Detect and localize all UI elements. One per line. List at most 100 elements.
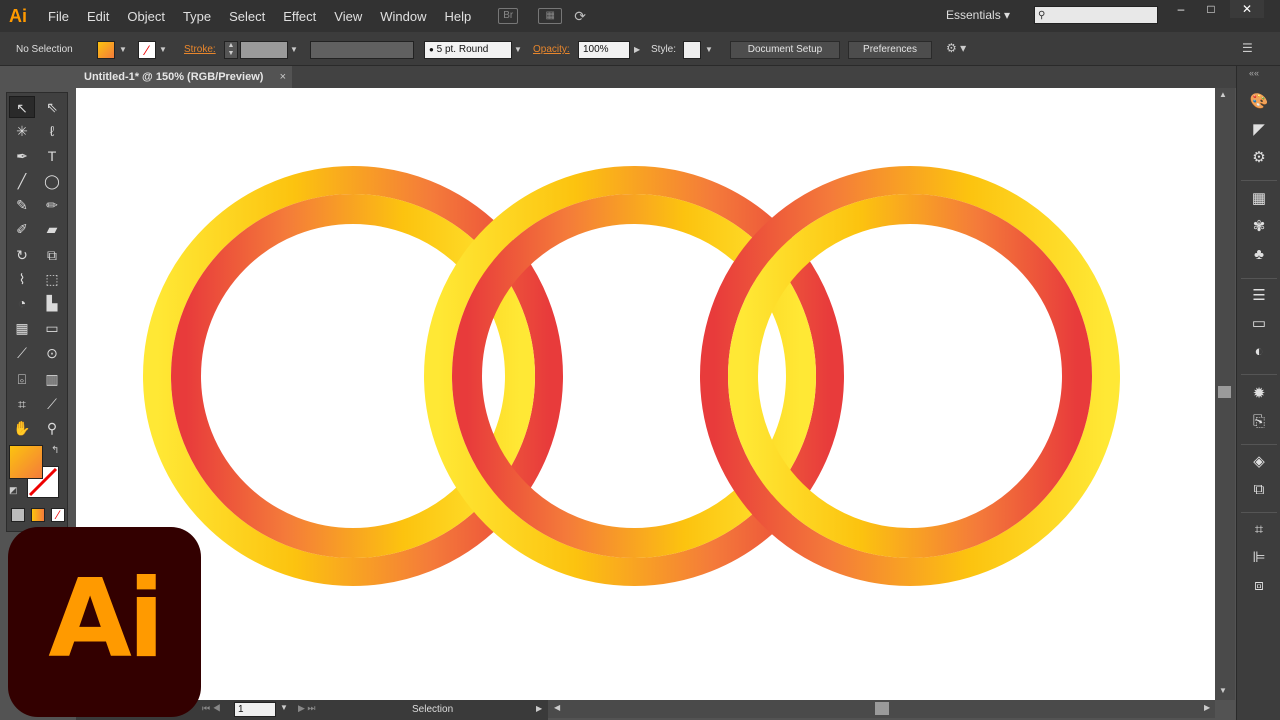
- pen-tool[interactable]: ✒: [9, 145, 35, 167]
- type-tool[interactable]: T: [39, 145, 65, 167]
- blend-tool[interactable]: ⊙: [39, 342, 65, 364]
- collapse-panels-icon[interactable]: ««: [1249, 68, 1259, 78]
- ellipse-tool[interactable]: ◯: [39, 170, 65, 192]
- shape-builder-tool[interactable]: ◔: [9, 292, 35, 314]
- selection-tool[interactable]: ↖: [9, 96, 35, 118]
- gradient-mode-button[interactable]: [31, 508, 45, 522]
- menu-help[interactable]: Help: [435, 9, 480, 24]
- layers-icon[interactable]: ◈: [1243, 450, 1275, 474]
- stroke-weight-field[interactable]: [240, 41, 288, 59]
- appearance-icon[interactable]: ⚙: [1243, 146, 1275, 170]
- status-menu-icon[interactable]: ▶: [536, 704, 542, 713]
- transparency-icon[interactable]: ◐: [1243, 340, 1275, 364]
- opacity-field[interactable]: 100%: [578, 41, 630, 59]
- color-guide-icon[interactable]: ◤: [1243, 118, 1275, 142]
- mesh-tool[interactable]: ▦: [9, 317, 35, 339]
- maximize-button[interactable]: □: [1194, 0, 1228, 18]
- graphic-style-swatch[interactable]: [683, 41, 701, 59]
- menu-window[interactable]: Window: [371, 9, 435, 24]
- close-icon[interactable]: ×: [280, 66, 286, 88]
- pencil-tool[interactable]: ✏: [39, 194, 65, 216]
- preferences-button[interactable]: Preferences: [848, 41, 932, 59]
- artboards-icon[interactable]: ⧉: [1243, 478, 1275, 502]
- help-search-input[interactable]: ⚲: [1034, 6, 1158, 24]
- variable-width-profile-select[interactable]: [310, 41, 414, 59]
- scroll-up-icon[interactable]: ▲: [1219, 90, 1227, 99]
- eraser-tool[interactable]: ▰: [39, 218, 65, 240]
- isolate-object-icon[interactable]: ⚙ ▾: [946, 41, 966, 59]
- column-graph-tool[interactable]: ▥: [39, 368, 65, 390]
- horizontal-scroll-thumb[interactable]: [875, 702, 889, 715]
- brush-definition-select[interactable]: ● 5 pt. Round: [424, 41, 512, 59]
- color-mode-button[interactable]: [11, 508, 25, 522]
- perspective-grid-tool[interactable]: ▙: [39, 292, 65, 314]
- color-palette-icon[interactable]: 🎨: [1243, 90, 1275, 114]
- workspace-switcher[interactable]: Essentials ▾: [946, 8, 1010, 22]
- scroll-right-icon[interactable]: ▶: [1204, 703, 1210, 712]
- chevron-down-icon[interactable]: ▼: [159, 41, 167, 59]
- scroll-down-icon[interactable]: ▼: [1219, 686, 1227, 695]
- menu-effect[interactable]: Effect: [274, 9, 325, 24]
- close-window-button[interactable]: ✕: [1230, 0, 1264, 18]
- stroke-none-swatch[interactable]: ⁄: [138, 41, 156, 59]
- gpu-preview-icon[interactable]: ⟳: [574, 8, 586, 25]
- stroke-weight-stepper[interactable]: ▲ ▼: [224, 41, 238, 59]
- artboard-nav-first-icon[interactable]: ⏮ ◀: [202, 703, 221, 714]
- symbol-sprayer-tool[interactable]: ⌻: [9, 368, 35, 390]
- chevron-down-icon[interactable]: ▼: [280, 703, 288, 712]
- ring-3[interactable]: [700, 166, 1120, 586]
- stroke-panel-icon[interactable]: ☰: [1243, 284, 1275, 308]
- magic-wand-tool[interactable]: ✳: [9, 120, 35, 142]
- blob-brush-tool[interactable]: ✐: [9, 218, 35, 240]
- line-segment-tool[interactable]: ╱: [9, 170, 35, 192]
- gradient-panel-icon[interactable]: ▭: [1243, 312, 1275, 336]
- fill-swatch[interactable]: [97, 41, 115, 59]
- swap-fill-stroke-icon[interactable]: ↰: [51, 445, 59, 456]
- align-icon[interactable]: ⊫: [1243, 546, 1275, 570]
- arrange-documents-icon[interactable]: ▦: [538, 8, 563, 24]
- artboard-nav-last-icon[interactable]: ▶ ⏭: [298, 703, 316, 714]
- menu-file[interactable]: File: [36, 9, 78, 24]
- export-asset-icon[interactable]: ⎘: [1243, 410, 1275, 434]
- artboard-canvas[interactable]: [76, 88, 1215, 700]
- pathfinder-icon[interactable]: ⧈: [1243, 574, 1275, 598]
- chevron-down-icon[interactable]: ▼: [290, 41, 298, 59]
- document-setup-button[interactable]: Document Setup: [730, 41, 840, 59]
- menu-edit[interactable]: Edit: [78, 9, 118, 24]
- swatches-icon[interactable]: ▦: [1243, 187, 1275, 211]
- menu-type[interactable]: Type: [174, 9, 220, 24]
- warp-tool[interactable]: ⌇: [9, 268, 35, 290]
- document-tab[interactable]: Untitled-1* @ 150% (RGB/Preview) ×: [76, 66, 292, 88]
- chevron-right-icon[interactable]: ▶: [634, 41, 640, 59]
- scale-tool[interactable]: ⧉: [39, 244, 65, 266]
- panel-menu-icon[interactable]: ☰: [1242, 41, 1253, 59]
- free-transform-tool[interactable]: ⬚: [39, 268, 65, 290]
- menu-view[interactable]: View: [325, 9, 371, 24]
- graphic-styles-icon[interactable]: ✹: [1243, 382, 1275, 406]
- paintbrush-tool[interactable]: ✎: [9, 194, 35, 216]
- eyedropper-tool[interactable]: ⟋: [9, 342, 35, 364]
- vertical-scroll-thumb[interactable]: [1218, 386, 1231, 398]
- zoom-tool[interactable]: ⚲: [39, 417, 65, 439]
- bridge-icon[interactable]: Br: [498, 8, 519, 24]
- rotate-tool[interactable]: ↻: [9, 244, 35, 266]
- lasso-tool[interactable]: ℓ: [39, 120, 65, 142]
- brushes-icon[interactable]: ✾: [1243, 215, 1275, 239]
- transform-icon[interactable]: ⌗: [1243, 518, 1275, 542]
- hand-tool[interactable]: ✋: [9, 417, 35, 439]
- artboard-tool[interactable]: ⌗: [9, 393, 35, 415]
- artboard-number-field[interactable]: 1: [234, 702, 276, 717]
- direct-selection-tool[interactable]: ⇖: [39, 96, 65, 118]
- minimize-button[interactable]: –: [1164, 0, 1198, 18]
- opacity-label[interactable]: Opacity:: [533, 41, 570, 59]
- horizontal-scrollbar[interactable]: ◀ ▶: [548, 700, 1215, 718]
- gradient-tool[interactable]: ▭: [39, 317, 65, 339]
- chevron-down-icon[interactable]: ▼: [119, 41, 127, 59]
- chevron-down-icon[interactable]: ▼: [705, 41, 713, 59]
- vertical-scrollbar[interactable]: ▲ ▼: [1215, 88, 1235, 700]
- menu-select[interactable]: Select: [220, 9, 274, 24]
- none-mode-button[interactable]: ⁄: [51, 508, 65, 522]
- fill-swatch-large[interactable]: [9, 445, 43, 479]
- slice-tool[interactable]: ⟋: [39, 393, 65, 415]
- menu-object[interactable]: Object: [118, 9, 174, 24]
